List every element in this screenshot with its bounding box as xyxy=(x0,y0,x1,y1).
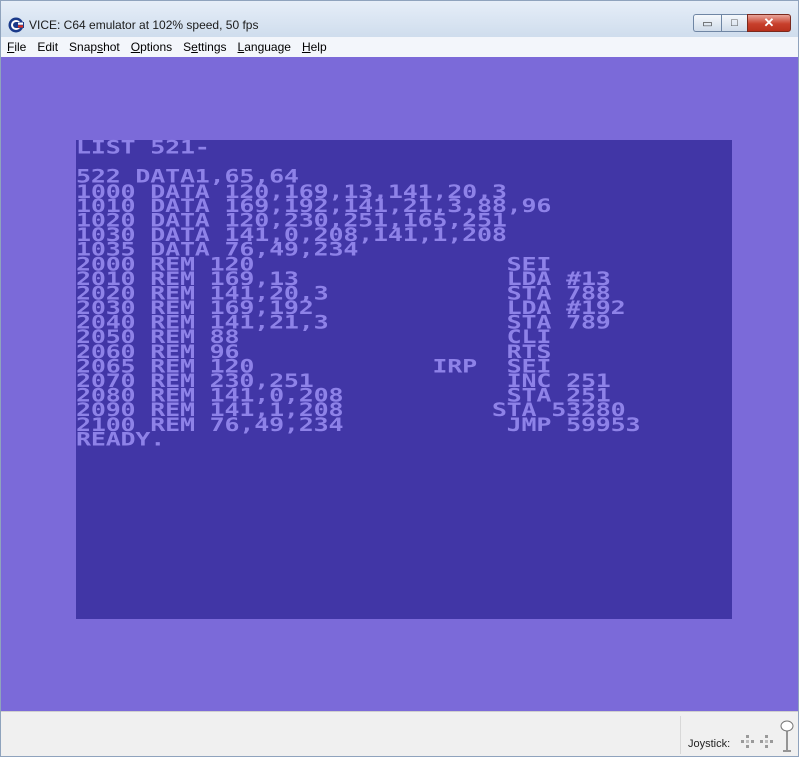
joystick-label: Joystick: xyxy=(688,738,731,750)
joystick-port2-icon[interactable] xyxy=(759,734,775,750)
vice-window: VICE: C64 emulator at 102% speed, 50 fps… xyxy=(0,0,799,757)
menu-help[interactable]: Help xyxy=(296,40,332,54)
menu-snapshot[interactable]: Snapshot xyxy=(63,40,125,54)
c64-border[interactable]: LIST 521- 522 DATA1,65,64 1000 DATA 120,16… xyxy=(1,57,798,711)
minimize-button[interactable]: ▭ xyxy=(693,14,721,32)
menu-language[interactable]: Language xyxy=(232,40,296,54)
minimize-icon: ▭ xyxy=(702,17,713,30)
menu-bar: File Edit Snapshot Options Settings Lang… xyxy=(1,37,798,57)
menu-settings[interactable]: Settings xyxy=(177,40,231,54)
caption-buttons: ▭ □ ✕ xyxy=(693,14,791,34)
c64-screen[interactable]: LIST 521- 522 DATA1,65,64 1000 DATA 120,16… xyxy=(76,136,732,619)
joystick-handle-icon[interactable] xyxy=(779,720,795,754)
maximize-button[interactable]: □ xyxy=(721,14,747,32)
screen-line: LIST 521- xyxy=(76,136,210,159)
maximize-icon: □ xyxy=(731,17,738,29)
status-divider xyxy=(680,716,681,754)
title-bar[interactable]: VICE: C64 emulator at 102% speed, 50 fps… xyxy=(1,1,798,37)
menu-options[interactable]: Options xyxy=(125,40,177,54)
menu-edit[interactable]: Edit xyxy=(31,40,63,54)
commodore-logo-icon xyxy=(8,17,24,33)
close-button[interactable]: ✕ xyxy=(747,14,791,32)
joystick-port1-icon[interactable] xyxy=(740,734,756,750)
window-title: VICE: C64 emulator at 102% speed, 50 fps xyxy=(29,18,259,32)
status-bar: Joystick: xyxy=(1,711,798,756)
close-icon: ✕ xyxy=(763,15,775,30)
basic-listing: LIST 521- 522 DATA1,65,64 1000 DATA 120,16… xyxy=(76,136,641,449)
menu-file[interactable]: File xyxy=(1,40,31,54)
